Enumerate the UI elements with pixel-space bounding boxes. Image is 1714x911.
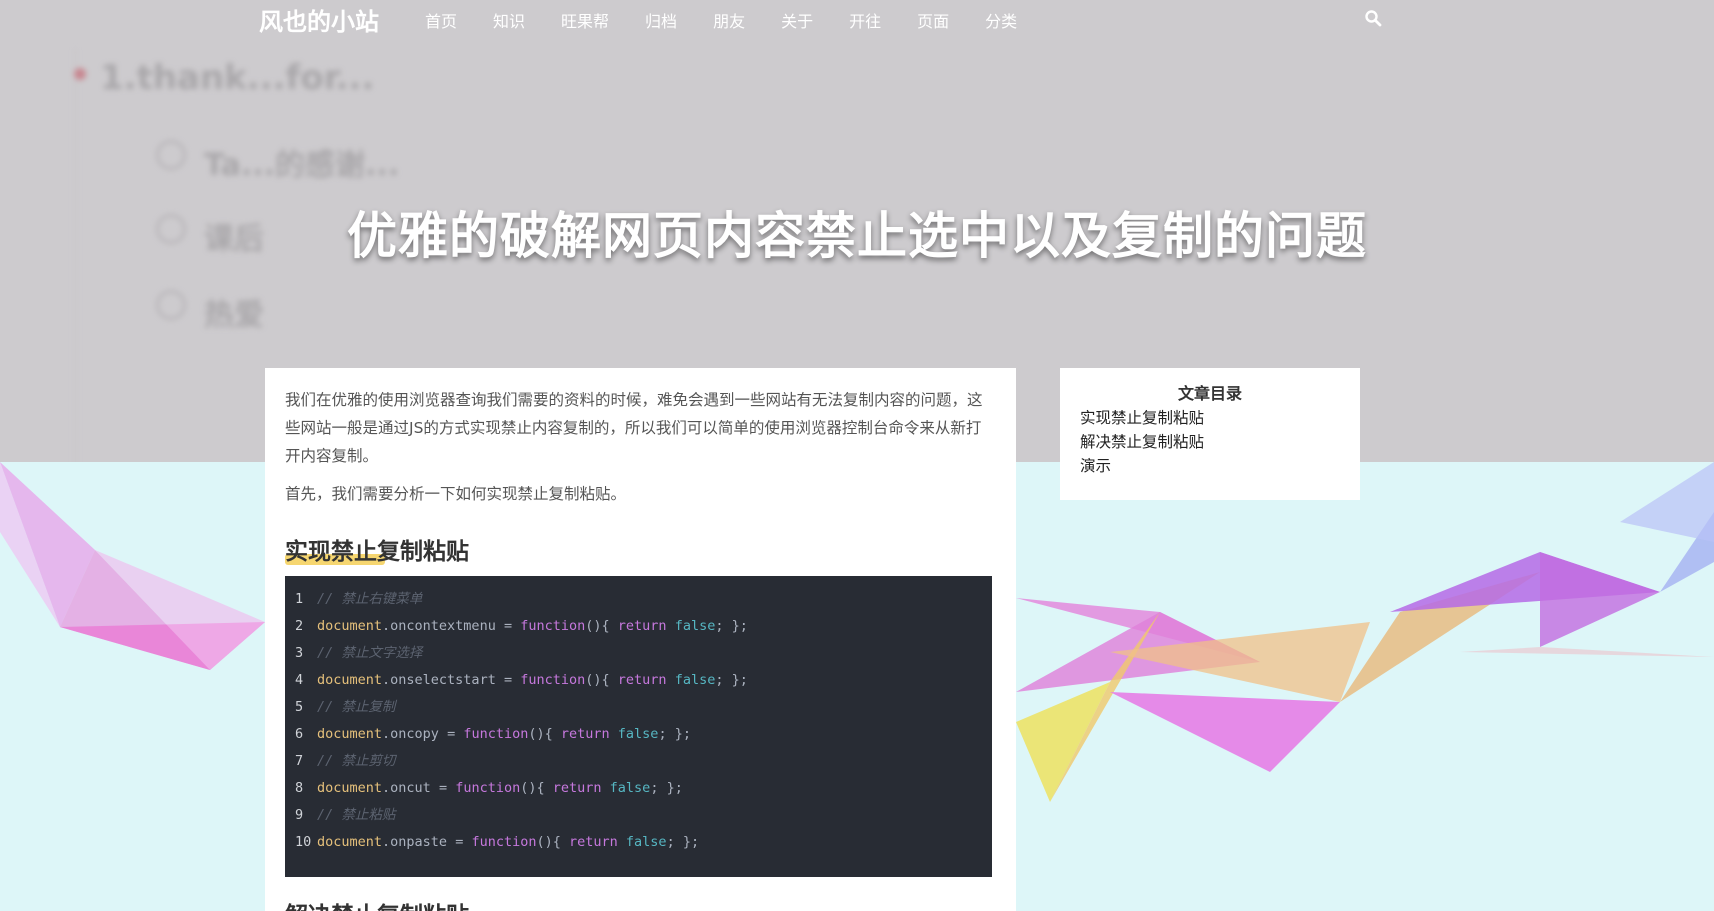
nav-item-travelling[interactable]: 开往: [849, 8, 881, 32]
page-title: 优雅的破解网页内容禁止选中以及复制的问题: [347, 207, 1367, 265]
nav-item-friends[interactable]: 朋友: [713, 8, 745, 32]
article-card: 我们在优雅的使用浏览器查询我们需要的资料的时候，难免会遇到一些网站有无法复制内容…: [265, 368, 1016, 911]
blurred-text: Ta...的感谢...: [204, 148, 400, 183]
toc-title: 文章目录: [1177, 384, 1242, 403]
toc-item[interactable]: 解决禁止复制粘贴: [1080, 430, 1340, 454]
section-heading: 解决禁止复制粘贴: [285, 896, 469, 911]
code-line: 2 document.oncontextmenu = function(){ re…: [295, 618, 748, 634]
section-heading: 实现禁止复制粘贴: [285, 539, 469, 565]
nav-item-pages[interactable]: 页面: [917, 8, 949, 32]
nav-item-knowledge[interactable]: 知识: [493, 8, 525, 32]
nav-item-archive[interactable]: 归档: [645, 8, 677, 32]
code-line: 6 document.oncopy = function(){ return fa…: [295, 726, 691, 742]
nav-item-wangguobang[interactable]: 旺果帮: [561, 8, 609, 32]
nav-item-about[interactable]: 关于: [781, 8, 813, 32]
code-line: 3// 禁止文字选择: [295, 645, 423, 661]
code-line: 7// 禁止剪切: [295, 753, 396, 769]
article-paragraph: 我们在优雅的使用浏览器查询我们需要的资料的时候，难免会遇到一些网站有无法复制内容…: [285, 391, 983, 465]
nav-menu: 首页 知识 旺果帮 归档 朋友 关于 开往 页面 分类: [425, 8, 1053, 32]
blurred-text: 热爱: [204, 298, 264, 333]
toc-item[interactable]: 实现禁止复制粘贴: [1080, 406, 1340, 430]
blurred-text: 1.thank...for...: [100, 58, 375, 98]
code-line: 8 document.oncut = function(){ return fal…: [295, 780, 683, 796]
nav-item-categories[interactable]: 分类: [985, 8, 1017, 32]
code-line: 9// 禁止粘贴: [295, 807, 396, 823]
table-of-contents: 文章目录 实现禁止复制粘贴 解决禁止复制粘贴 演示: [1060, 368, 1360, 500]
search-icon[interactable]: [1364, 9, 1382, 27]
code-line: 4 document.onselectstart = function(){ re…: [295, 672, 748, 688]
top-nav: 风也的小站 首页 知识 旺果帮 归档 朋友 关于 开往 页面 分类: [0, 0, 1714, 38]
code-line: 5// 禁止复制: [295, 699, 396, 715]
code-line: 10 document.onpaste = function(){ return …: [295, 834, 700, 850]
code-line: 1// 禁止右键菜单: [295, 591, 423, 607]
toc-item[interactable]: 演示: [1080, 454, 1340, 478]
site-brand[interactable]: 风也的小站: [259, 2, 379, 37]
nav-item-home[interactable]: 首页: [425, 8, 457, 32]
article-paragraph: 首先，我们需要分析一下如何实现禁止复制粘贴。: [285, 485, 627, 503]
code-block[interactable]: 1// 禁止右键菜单 2 document.oncontextmenu = func…: [285, 576, 992, 877]
